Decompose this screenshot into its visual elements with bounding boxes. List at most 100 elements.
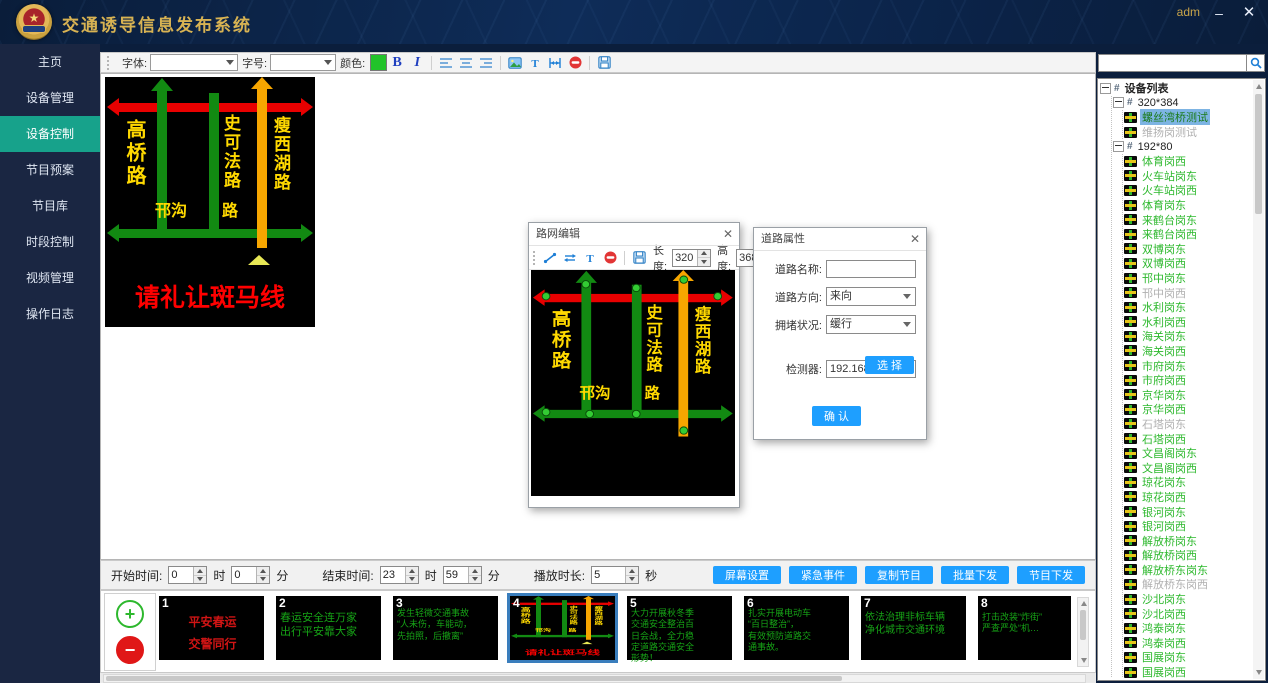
action-button-3[interactable]: 复制节目	[865, 566, 933, 584]
sidebar-item-8[interactable]: 操作日志	[0, 296, 100, 332]
device-item-label[interactable]: 鸿泰岗东	[1140, 620, 1188, 636]
user-name[interactable]: adm	[1177, 5, 1200, 19]
road-name-field[interactable]	[826, 260, 916, 278]
device-item[interactable]: 邗中岗西	[1124, 285, 1252, 300]
device-item[interactable]: 解放桥东岗东	[1124, 563, 1252, 578]
end-hour-value[interactable]: 23	[381, 567, 405, 583]
device-item-label[interactable]: 琼花岗东	[1140, 474, 1188, 490]
add-program-button[interactable]: +	[116, 600, 144, 628]
program-thumbnail-4[interactable]: 4高桥路史可法路瘦西湖路邗沟路请礼让斑马线	[510, 596, 615, 660]
device-item-label[interactable]: 文昌阁岗西	[1140, 460, 1199, 476]
program-thumbnail-2[interactable]: 2春运安全连万家出行平安靠大家	[276, 596, 381, 660]
width-icon[interactable]	[547, 55, 563, 71]
align-right-icon[interactable]	[478, 55, 494, 71]
device-item[interactable]: 沙北岗东	[1124, 592, 1252, 607]
device-item-label[interactable]: 市府岗西	[1140, 372, 1188, 388]
device-item[interactable]: 螺丝湾桥测试	[1124, 110, 1252, 125]
device-item-label[interactable]: 国展岗东	[1140, 649, 1188, 665]
device-item[interactable]: 双博岗东	[1124, 242, 1252, 257]
search-button[interactable]	[1246, 54, 1265, 72]
sidebar-item-4[interactable]: 节目预案	[0, 152, 100, 188]
step-down-icon[interactable]	[406, 576, 418, 584]
save-icon[interactable]	[596, 55, 612, 71]
tree-group-192*80[interactable]: #192*80	[1113, 139, 1252, 154]
led-preview-display[interactable]: 高桥路史可法路瘦西湖路邗沟路请礼让斑马线	[105, 77, 315, 327]
device-item-label[interactable]: 火车站岗东	[1140, 168, 1199, 184]
font-size-select[interactable]	[270, 54, 336, 71]
device-item[interactable]: 琼花岗西	[1124, 490, 1252, 505]
program-thumbnail-1[interactable]: 1平安春运交警同行	[159, 596, 264, 660]
device-item-label[interactable]: 双博岗西	[1140, 255, 1188, 271]
step-up-icon[interactable]	[194, 567, 206, 576]
device-item[interactable]: 解放桥岗东	[1124, 533, 1252, 548]
save-icon[interactable]	[631, 250, 647, 266]
device-item-label[interactable]: 水利岗西	[1140, 314, 1188, 330]
device-item[interactable]: 水利岗东	[1124, 300, 1252, 315]
device-item-label[interactable]: 解放桥东岗西	[1140, 576, 1210, 592]
close-icon[interactable]: ✕	[723, 223, 733, 245]
device-item[interactable]: 海关岗东	[1124, 329, 1252, 344]
device-item[interactable]: 水利岗西	[1124, 315, 1252, 330]
device-item-label[interactable]: 京华岗东	[1140, 387, 1188, 403]
sidebar-item-1[interactable]: 主页	[0, 44, 100, 80]
expander-icon[interactable]	[1113, 141, 1124, 152]
start-hour-stepper[interactable]: 0	[168, 566, 207, 584]
device-item-label[interactable]: 来鹤台岗西	[1140, 226, 1199, 242]
device-item-label[interactable]: 双博岗东	[1140, 241, 1188, 257]
action-button-2[interactable]: 紧急事件	[789, 566, 857, 584]
tree-group-320*384[interactable]: #320*384	[1113, 96, 1252, 111]
end-minute-value[interactable]: 59	[444, 567, 468, 583]
step-up-icon[interactable]	[469, 567, 481, 576]
device-item[interactable]: 维扬岗测试	[1124, 125, 1252, 140]
image-icon[interactable]	[507, 55, 523, 71]
device-item[interactable]: 体育岗东	[1124, 198, 1252, 213]
device-search-input[interactable]	[1098, 54, 1248, 72]
device-item-label[interactable]: 银河岗西	[1140, 518, 1188, 534]
device-item-label[interactable]: 琼花岗西	[1140, 489, 1188, 505]
program-thumbnail-3[interactable]: 3发生轻微交通事故“人未伤，车能动，先拍照，后撤离”	[393, 596, 498, 660]
device-item-label[interactable]: 水利岗东	[1140, 299, 1188, 315]
close-icon[interactable]: ✕	[1238, 4, 1260, 22]
select-button[interactable]: 选 择	[865, 356, 914, 374]
device-item[interactable]: 鸿泰岗东	[1124, 621, 1252, 636]
playlist-horizontal-scrollbar[interactable]	[103, 674, 1086, 683]
device-item-label[interactable]: 解放桥东岗东	[1140, 562, 1210, 578]
device-item-label[interactable]: 京华岗西	[1140, 401, 1188, 417]
align-left-icon[interactable]	[438, 55, 454, 71]
device-item[interactable]: 石塔岗西	[1124, 431, 1252, 446]
sidebar-item-2[interactable]: 设备管理	[0, 80, 100, 116]
step-down-icon[interactable]	[194, 576, 206, 584]
device-item-label[interactable]: 维扬岗测试	[1140, 124, 1199, 140]
action-button-1[interactable]: 屏幕设置	[713, 566, 781, 584]
device-item-label[interactable]: 沙北岗东	[1140, 591, 1188, 607]
device-item[interactable]: 市府岗西	[1124, 373, 1252, 388]
device-item[interactable]: 解放桥东岗西	[1124, 577, 1252, 592]
font-select[interactable]	[150, 54, 238, 71]
device-item-label[interactable]: 鸿泰岗西	[1140, 635, 1188, 651]
device-item-label[interactable]: 石塔岗东	[1140, 416, 1188, 432]
expander-icon[interactable]	[1100, 83, 1111, 94]
jam-status-select[interactable]: 缓行	[826, 315, 916, 334]
road-edit-canvas[interactable]: 高桥路史可法路瘦西湖路邗沟路	[531, 270, 735, 496]
device-item-label[interactable]: 火车站岗西	[1140, 182, 1199, 198]
device-item[interactable]: 京华岗西	[1124, 402, 1252, 417]
line-icon[interactable]	[542, 250, 558, 266]
align-center-icon[interactable]	[458, 55, 474, 71]
device-item-label[interactable]: 体育岗西	[1140, 153, 1188, 169]
device-item-label[interactable]: 螺丝湾桥测试	[1140, 109, 1210, 125]
length-value[interactable]: 320	[673, 250, 697, 266]
stop-icon[interactable]	[602, 250, 618, 266]
device-item[interactable]: 解放桥岗西	[1124, 548, 1252, 563]
device-item-label[interactable]: 邗中岗西	[1140, 285, 1188, 301]
duration-stepper[interactable]: 5	[591, 566, 639, 584]
device-item[interactable]: 来鹤台岗东	[1124, 212, 1252, 227]
confirm-button[interactable]: 确 认	[812, 406, 861, 426]
device-item[interactable]: 体育岗西	[1124, 154, 1252, 169]
double-arrow-icon[interactable]	[562, 250, 578, 266]
program-thumbnail-6[interactable]: 6扎实开展电动车“百日整治”，有效预防道路交通事故。	[744, 596, 849, 660]
program-thumbnail-5[interactable]: 5大力开展秋冬季交通安全整治百日会战，全力稳定道路交通安全形势！	[627, 596, 732, 660]
device-item[interactable]: 双博岗西	[1124, 256, 1252, 271]
device-item[interactable]: 银河岗西	[1124, 519, 1252, 534]
sidebar-item-6[interactable]: 时段控制	[0, 224, 100, 260]
device-item-label[interactable]: 体育岗东	[1140, 197, 1188, 213]
